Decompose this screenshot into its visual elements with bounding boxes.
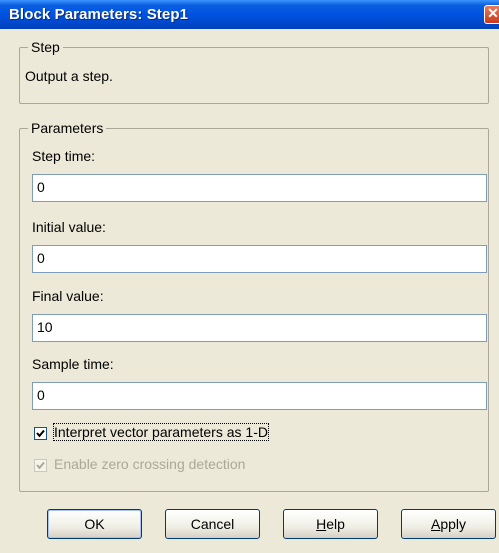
final-value-label: Final value: xyxy=(32,288,104,304)
final-value-field[interactable]: 10 xyxy=(32,314,487,342)
step-time-label: Step time: xyxy=(32,148,96,164)
checkmark-icon xyxy=(36,461,45,470)
checkmark-icon xyxy=(36,429,45,438)
block-parameters-dialog: Block Parameters: Step1 ✕ Step Output a … xyxy=(0,0,499,553)
step-description: Output a step. xyxy=(25,68,113,84)
title-bar[interactable]: Block Parameters: Step1 ✕ xyxy=(0,0,499,29)
step-group: Step Output a step. xyxy=(19,39,489,104)
interpret-vector-label[interactable]: Interpret vector parameters as 1-D xyxy=(53,423,269,441)
interpret-vector-checkbox[interactable] xyxy=(34,427,47,440)
cancel-button-label: Cancel xyxy=(190,516,235,532)
close-icon: ✕ xyxy=(487,5,499,21)
help-button-label: elp xyxy=(326,516,345,532)
dialog-title: Block Parameters: Step1 xyxy=(9,6,189,23)
help-button[interactable]: Help xyxy=(283,509,378,539)
cancel-button[interactable]: Cancel xyxy=(165,509,260,539)
zero-crossing-label: Enable zero crossing detection xyxy=(54,456,246,472)
parameters-group-legend: Parameters xyxy=(28,120,107,136)
initial-value-label: Initial value: xyxy=(32,219,106,235)
step-time-field[interactable]: 0 xyxy=(32,174,487,202)
sample-time-label: Sample time: xyxy=(32,356,114,372)
ok-button[interactable]: OK xyxy=(47,509,142,539)
help-mnemonic: H xyxy=(316,516,327,532)
initial-value-field[interactable]: 0 xyxy=(32,245,487,273)
ok-button-label: OK xyxy=(84,516,105,532)
apply-button-label: pply xyxy=(440,516,467,532)
zero-crossing-checkbox[interactable] xyxy=(34,459,47,472)
apply-mnemonic: A xyxy=(430,516,441,532)
step-group-legend: Step xyxy=(28,39,63,55)
apply-button[interactable]: Apply xyxy=(401,509,496,539)
close-button[interactable]: ✕ xyxy=(484,5,499,24)
sample-time-field[interactable]: 0 xyxy=(32,382,487,410)
